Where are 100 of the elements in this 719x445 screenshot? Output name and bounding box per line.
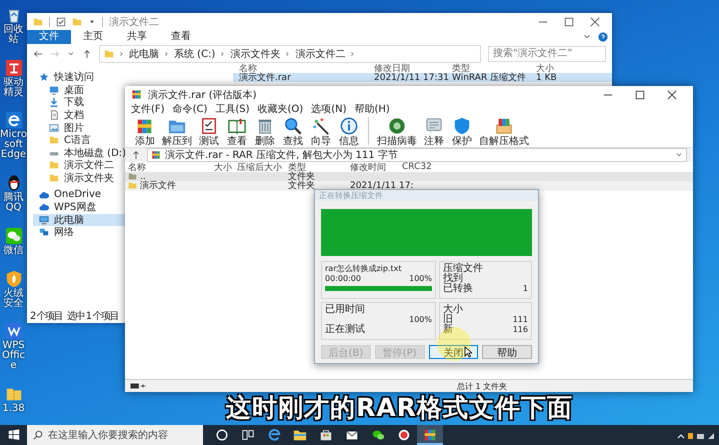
operation-text: 正在测试: [325, 325, 366, 335]
menu-item[interactable]: 文件(F): [131, 102, 165, 116]
breadcrumb-item[interactable]: 系统 (C:): [174, 46, 216, 60]
nav-item[interactable]: 此电脑: [33, 214, 125, 226]
toolbar-button[interactable]: 查看: [223, 117, 251, 147]
file-name: rar怎么转换成zip.txt: [325, 264, 403, 274]
nav-item[interactable]: 快速访问: [33, 71, 125, 84]
browser-icon: [267, 428, 281, 442]
magic-wand-icon: [312, 117, 330, 135]
toolbar-button[interactable]: 扫描病毒: [374, 117, 420, 147]
browser-icon[interactable]: [4, 111, 22, 130]
magnifier-icon: [284, 117, 302, 135]
menu-item[interactable]: 收藏夹(O): [258, 102, 304, 116]
stacked-books-icon: [423, 428, 437, 442]
cloud-icon: [39, 190, 49, 200]
column-header[interactable]: 修改时间: [347, 160, 399, 174]
w-logo-icon[interactable]: [4, 322, 22, 340]
maximize-icon[interactable]: [564, 16, 574, 26]
address-bar[interactable]: 此电脑 系统 (C:) 演示文件夹 演示文件二: [99, 44, 481, 62]
note-icon: [425, 117, 443, 135]
column-header[interactable]: 大小: [210, 160, 235, 174]
nav-item[interactable]: 演示文件夹: [33, 172, 125, 184]
app-icon[interactable]: [4, 58, 22, 77]
file-row[interactable]: .. 文件夹: [125, 172, 693, 181]
column-header[interactable]: 大小: [530, 62, 580, 74]
ribbon-tab[interactable]: 查看: [159, 30, 203, 44]
menu-item[interactable]: 选项(N): [311, 102, 346, 116]
nav-item[interactable]: 桌面: [33, 84, 125, 96]
circle-icon: [215, 428, 229, 442]
path-field[interactable]: 演示文件.rar - RAR 压缩文件, 解包大小为 111 字节: [147, 148, 687, 162]
column-header[interactable]: 压缩后大小: [235, 160, 285, 174]
document-icon: [49, 110, 59, 120]
toolbar-button[interactable]: 自解压格式: [476, 117, 532, 147]
chevron-right-icon: [349, 50, 356, 58]
flame-shield-icon[interactable]: [4, 270, 22, 288]
help-icon[interactable]: [598, 32, 608, 42]
breadcrumb-item[interactable]: 此电脑: [129, 46, 159, 60]
close-icon[interactable]: [590, 16, 600, 26]
desktop-icon: [49, 84, 59, 95]
cloud-icon: [39, 202, 49, 212]
download-icon: [49, 97, 59, 108]
books-box-icon: [495, 117, 513, 135]
star-icon: [39, 72, 49, 82]
nav-item[interactable]: 网络: [33, 226, 125, 239]
toolbar-button[interactable]: 查找: [279, 117, 307, 147]
nav-item[interactable]: 文档: [33, 108, 125, 122]
desktop-icon-label: 回收站: [2, 25, 24, 45]
folder-icon: [293, 428, 307, 442]
ribbon-tab[interactable]: 共享: [115, 30, 159, 44]
chevron-down-icon[interactable]: [67, 50, 75, 58]
checkbox-icon[interactable]: [56, 16, 66, 26]
subtitle-caption: 这时刚才的RAR格式文件下面: [226, 392, 573, 424]
windows-logo-icon[interactable]: [8, 429, 20, 441]
close-icon[interactable]: [667, 90, 677, 100]
ribbon-tab[interactable]: 主页: [71, 30, 115, 44]
nav-item[interactable]: OneDrive: [33, 188, 125, 201]
toolbar-button[interactable]: 删除: [251, 117, 279, 147]
status-text: 总计 1 文件夹: [457, 380, 508, 392]
caret-icon[interactable]: [88, 18, 96, 26]
back-arrow-icon[interactable]: [33, 48, 43, 58]
nav-item[interactable]: 图片: [33, 121, 125, 134]
task-view-icon: [241, 428, 255, 442]
nav-item[interactable]: 下载: [33, 96, 125, 109]
nav-item[interactable]: 演示文件二: [33, 159, 125, 172]
column-header[interactable]: 修改日期: [368, 62, 446, 74]
chat-bubbles-icon[interactable]: [4, 226, 22, 245]
menu-item[interactable]: 帮助(H): [354, 102, 390, 116]
desktop-icon-label: WPS Office: [0, 341, 26, 372]
toolbar-button[interactable]: 注释: [420, 117, 448, 147]
nav-item[interactable]: WPS网盘: [33, 200, 125, 214]
toolbar-button[interactable]: 添加: [131, 117, 159, 147]
scan-badge-icon: [388, 117, 406, 135]
ribbon-tab[interactable]: 文件: [27, 30, 71, 44]
menu-item[interactable]: 工具(S): [215, 102, 250, 116]
breadcrumb-item[interactable]: 演示文件夹: [230, 46, 280, 60]
chevron-right-icon: [163, 50, 170, 58]
column-header[interactable]: 名称: [125, 160, 210, 174]
file-row[interactable]: 演示文件.rar 2021/1/11 17:31 WinRAR 压缩文件 1 KB: [233, 73, 612, 82]
dialog-button[interactable]: 关闭: [428, 345, 478, 359]
up-arrow-icon[interactable]: [82, 48, 92, 58]
mouse-pointer-icon: [464, 346, 472, 358]
window-title: 演示文件.rar (评估版本): [148, 88, 257, 102]
maximize-icon[interactable]: [635, 90, 645, 100]
toolbar-button[interactable]: 保护: [448, 117, 476, 147]
dialog-button[interactable]: 帮助: [482, 345, 532, 359]
file-row[interactable]: 演示文件 文件夹 2021/1/11 17:: [125, 181, 693, 190]
panel-heading: 压缩文件: [443, 264, 484, 274]
toolbar-button[interactable]: 测试: [195, 117, 223, 147]
up-arrow-icon[interactable]: [131, 150, 141, 160]
search-field[interactable]: 搜索"演示文件二": [488, 46, 606, 62]
percent-text: 100%: [409, 315, 432, 325]
nav-item[interactable]: C语言: [33, 134, 125, 147]
breadcrumb-item[interactable]: 演示文件二: [295, 46, 346, 60]
nav-item[interactable]: 本地磁盘 (D:): [33, 146, 125, 160]
shield-icon: [453, 117, 471, 135]
toolbar-button[interactable]: 解压到: [159, 117, 195, 147]
toolbar-button[interactable]: 信息: [335, 117, 363, 147]
menu-item[interactable]: 命令(C): [172, 102, 208, 116]
column-header[interactable]: CRC32: [399, 162, 444, 172]
toolbar-button[interactable]: 向导: [307, 117, 335, 147]
